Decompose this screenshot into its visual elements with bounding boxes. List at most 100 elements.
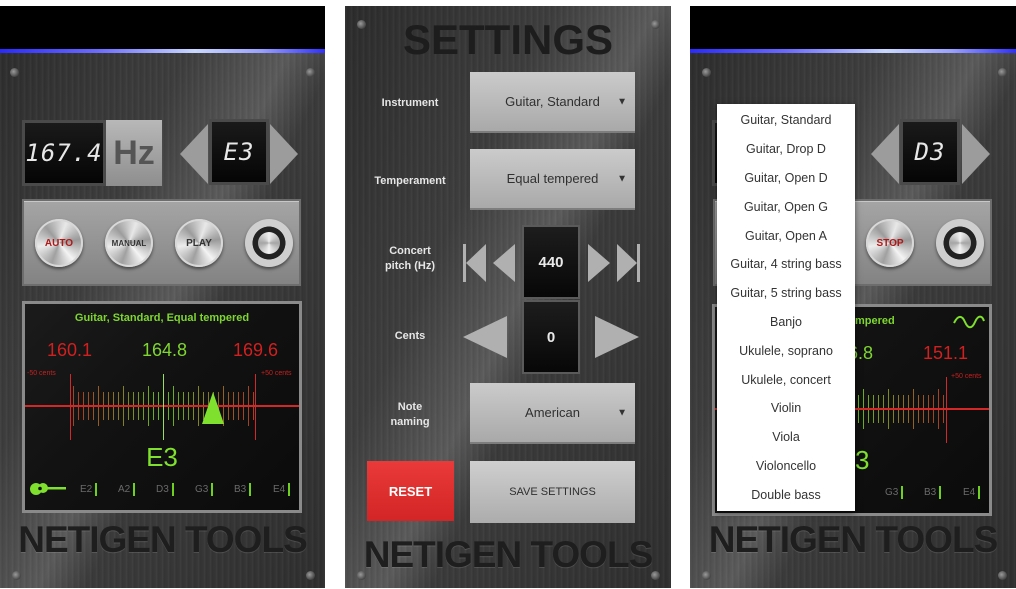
temperament-value: Equal tempered <box>506 171 599 186</box>
cents-label: Cents <box>394 330 426 342</box>
note-display: D3 <box>900 119 960 185</box>
tuning-needle <box>201 392 224 424</box>
instrument-option[interactable]: Guitar, Open G <box>717 192 855 221</box>
string-a2[interactable]: A2 <box>118 483 136 496</box>
instrument-select[interactable]: Guitar, Standard ▼ <box>470 72 635 133</box>
next-note-arrow-icon[interactable] <box>962 124 990 184</box>
play-button[interactable]: PLAY <box>175 219 223 267</box>
guitar-icon[interactable] <box>29 479 69 497</box>
string-e4[interactable]: E4 <box>963 486 981 499</box>
settings-gear-icon[interactable] <box>245 219 293 267</box>
screw-icon <box>651 571 660 580</box>
tuning-subtitle: mpered <box>855 315 895 327</box>
instrument-option[interactable]: Double bass <box>717 480 855 509</box>
save-settings-button[interactable]: SAVE SETTINGS <box>470 461 635 523</box>
string-e2[interactable]: E2 <box>80 483 98 496</box>
stop-button[interactable]: STOP <box>866 219 914 267</box>
center-marker <box>163 374 164 440</box>
note-naming-select[interactable]: American ▼ <box>470 383 635 444</box>
concert-pitch-value[interactable]: 440 <box>522 225 580 299</box>
screw-icon <box>357 571 366 580</box>
previous-note-arrow-icon[interactable] <box>180 124 208 184</box>
status-bar <box>690 6 1016 53</box>
next-note-arrow-icon[interactable] <box>270 124 298 184</box>
screw-icon <box>10 68 19 77</box>
previous-note-arrow-icon[interactable] <box>871 124 899 184</box>
minus-50-marker <box>70 374 71 440</box>
string-b3[interactable]: B3 <box>234 483 252 496</box>
string-g3[interactable]: G3 <box>885 486 904 499</box>
string-e4[interactable]: E4 <box>273 483 291 496</box>
detected-note: E3 <box>146 442 178 472</box>
screw-icon <box>702 571 711 580</box>
brand-logo: NETIGEN TOOLS <box>363 534 654 575</box>
instrument-menu-screen: D3 STOP mpered 6.8 151.1 +50 cents 3 G3 … <box>690 6 1016 588</box>
brand-logo: NETIGEN TOOLS <box>18 519 308 560</box>
dropdown-caret-icon: ▼ <box>617 173 627 184</box>
tuner-screen: 167.4 Hz E3 AUTO MANUAL PLAY Guitar, Sta… <box>0 6 325 588</box>
sine-wave-icon <box>953 315 985 329</box>
instrument-value: Guitar, Standard <box>505 94 600 109</box>
temperament-select[interactable]: Equal tempered ▼ <box>470 149 635 210</box>
instrument-option[interactable]: Ukulele, soprano <box>717 336 855 365</box>
instrument-option[interactable]: Banjo <box>717 308 855 337</box>
plus-50-marker <box>255 374 256 440</box>
instrument-option[interactable]: Guitar, 5 string bass <box>717 279 855 308</box>
plus-cents-label: +50 cents <box>951 373 982 380</box>
note-naming-value: American <box>525 405 580 420</box>
instrument-option[interactable]: Viola <box>717 423 855 452</box>
manual-button[interactable]: MANUAL <box>105 219 153 267</box>
screw-icon <box>306 571 315 580</box>
instrument-option[interactable]: Guitar, Open D <box>717 164 855 193</box>
plus-50-marker <box>946 377 947 443</box>
pitch-increase-fast-icon[interactable] <box>617 244 637 282</box>
pitch-increase-icon[interactable] <box>588 244 610 282</box>
instrument-option[interactable]: Guitar, 4 string bass <box>717 250 855 279</box>
settings-screen: SETTINGS Instrument Guitar, Standard ▼ T… <box>345 6 671 588</box>
string-d3[interactable]: D3 <box>156 483 174 496</box>
reset-button[interactable]: RESET <box>367 461 454 521</box>
note-display: E3 <box>209 119 269 185</box>
page-title: SETTINGS <box>402 16 614 63</box>
tuner-display: Guitar, Standard, Equal tempered 160.1 1… <box>25 304 299 510</box>
pitch-decrease-fast-icon[interactable] <box>466 244 486 282</box>
pitch-last-icon-bar <box>637 244 640 282</box>
tuner-display-frame: Guitar, Standard, Equal tempered 160.1 1… <box>22 301 302 513</box>
concert-pitch-label: Concert pitch (Hz) <box>384 245 436 272</box>
status-bar <box>0 6 325 53</box>
high-frequency: 169.6 <box>233 340 279 360</box>
instrument-option[interactable]: Guitar, Standard <box>717 106 855 135</box>
screw-icon <box>702 68 711 77</box>
cents-value[interactable]: 0 <box>522 300 580 374</box>
target-frequency: 164.8 <box>142 340 188 360</box>
screw-icon <box>998 68 1007 77</box>
instrument-dropdown-menu: Guitar, Standard Guitar, Drop D Guitar, Op… <box>717 104 855 511</box>
low-frequency: 160.1 <box>47 340 93 360</box>
string-b3[interactable]: B3 <box>924 486 942 499</box>
instrument-option[interactable]: Violin <box>717 394 855 423</box>
settings-gear-icon[interactable] <box>936 219 984 267</box>
pitch-decrease-icon[interactable] <box>493 244 515 282</box>
temperament-label: Temperament <box>374 175 446 187</box>
cents-increase-icon[interactable] <box>595 316 639 358</box>
cents-decrease-icon[interactable] <box>463 316 507 358</box>
frequency-display: 167.4 <box>22 120 106 186</box>
instrument-option[interactable]: Ukulele, concert <box>717 365 855 394</box>
scale-axis <box>25 405 299 407</box>
note-naming-label: Note naming <box>390 401 430 428</box>
instrument-label: Instrument <box>381 97 439 109</box>
instrument-option[interactable]: Guitar, Open A <box>717 221 855 250</box>
unit-label: Hz <box>106 120 162 186</box>
screw-icon <box>998 571 1007 580</box>
auto-button[interactable]: AUTO <box>35 219 83 267</box>
minus-cents-label: -50 cents <box>27 370 56 377</box>
tuning-subtitle: Guitar, Standard, Equal tempered <box>74 312 250 324</box>
instrument-option[interactable]: Violoncello <box>717 452 855 481</box>
detected-note: 3 <box>855 445 870 475</box>
screw-icon <box>306 68 315 77</box>
string-g3[interactable]: G3 <box>195 483 214 496</box>
dropdown-caret-icon: ▼ <box>617 96 627 107</box>
dropdown-caret-icon: ▼ <box>617 407 627 418</box>
instrument-option[interactable]: Guitar, Drop D <box>717 135 855 164</box>
plus-cents-label: +50 cents <box>261 370 292 377</box>
